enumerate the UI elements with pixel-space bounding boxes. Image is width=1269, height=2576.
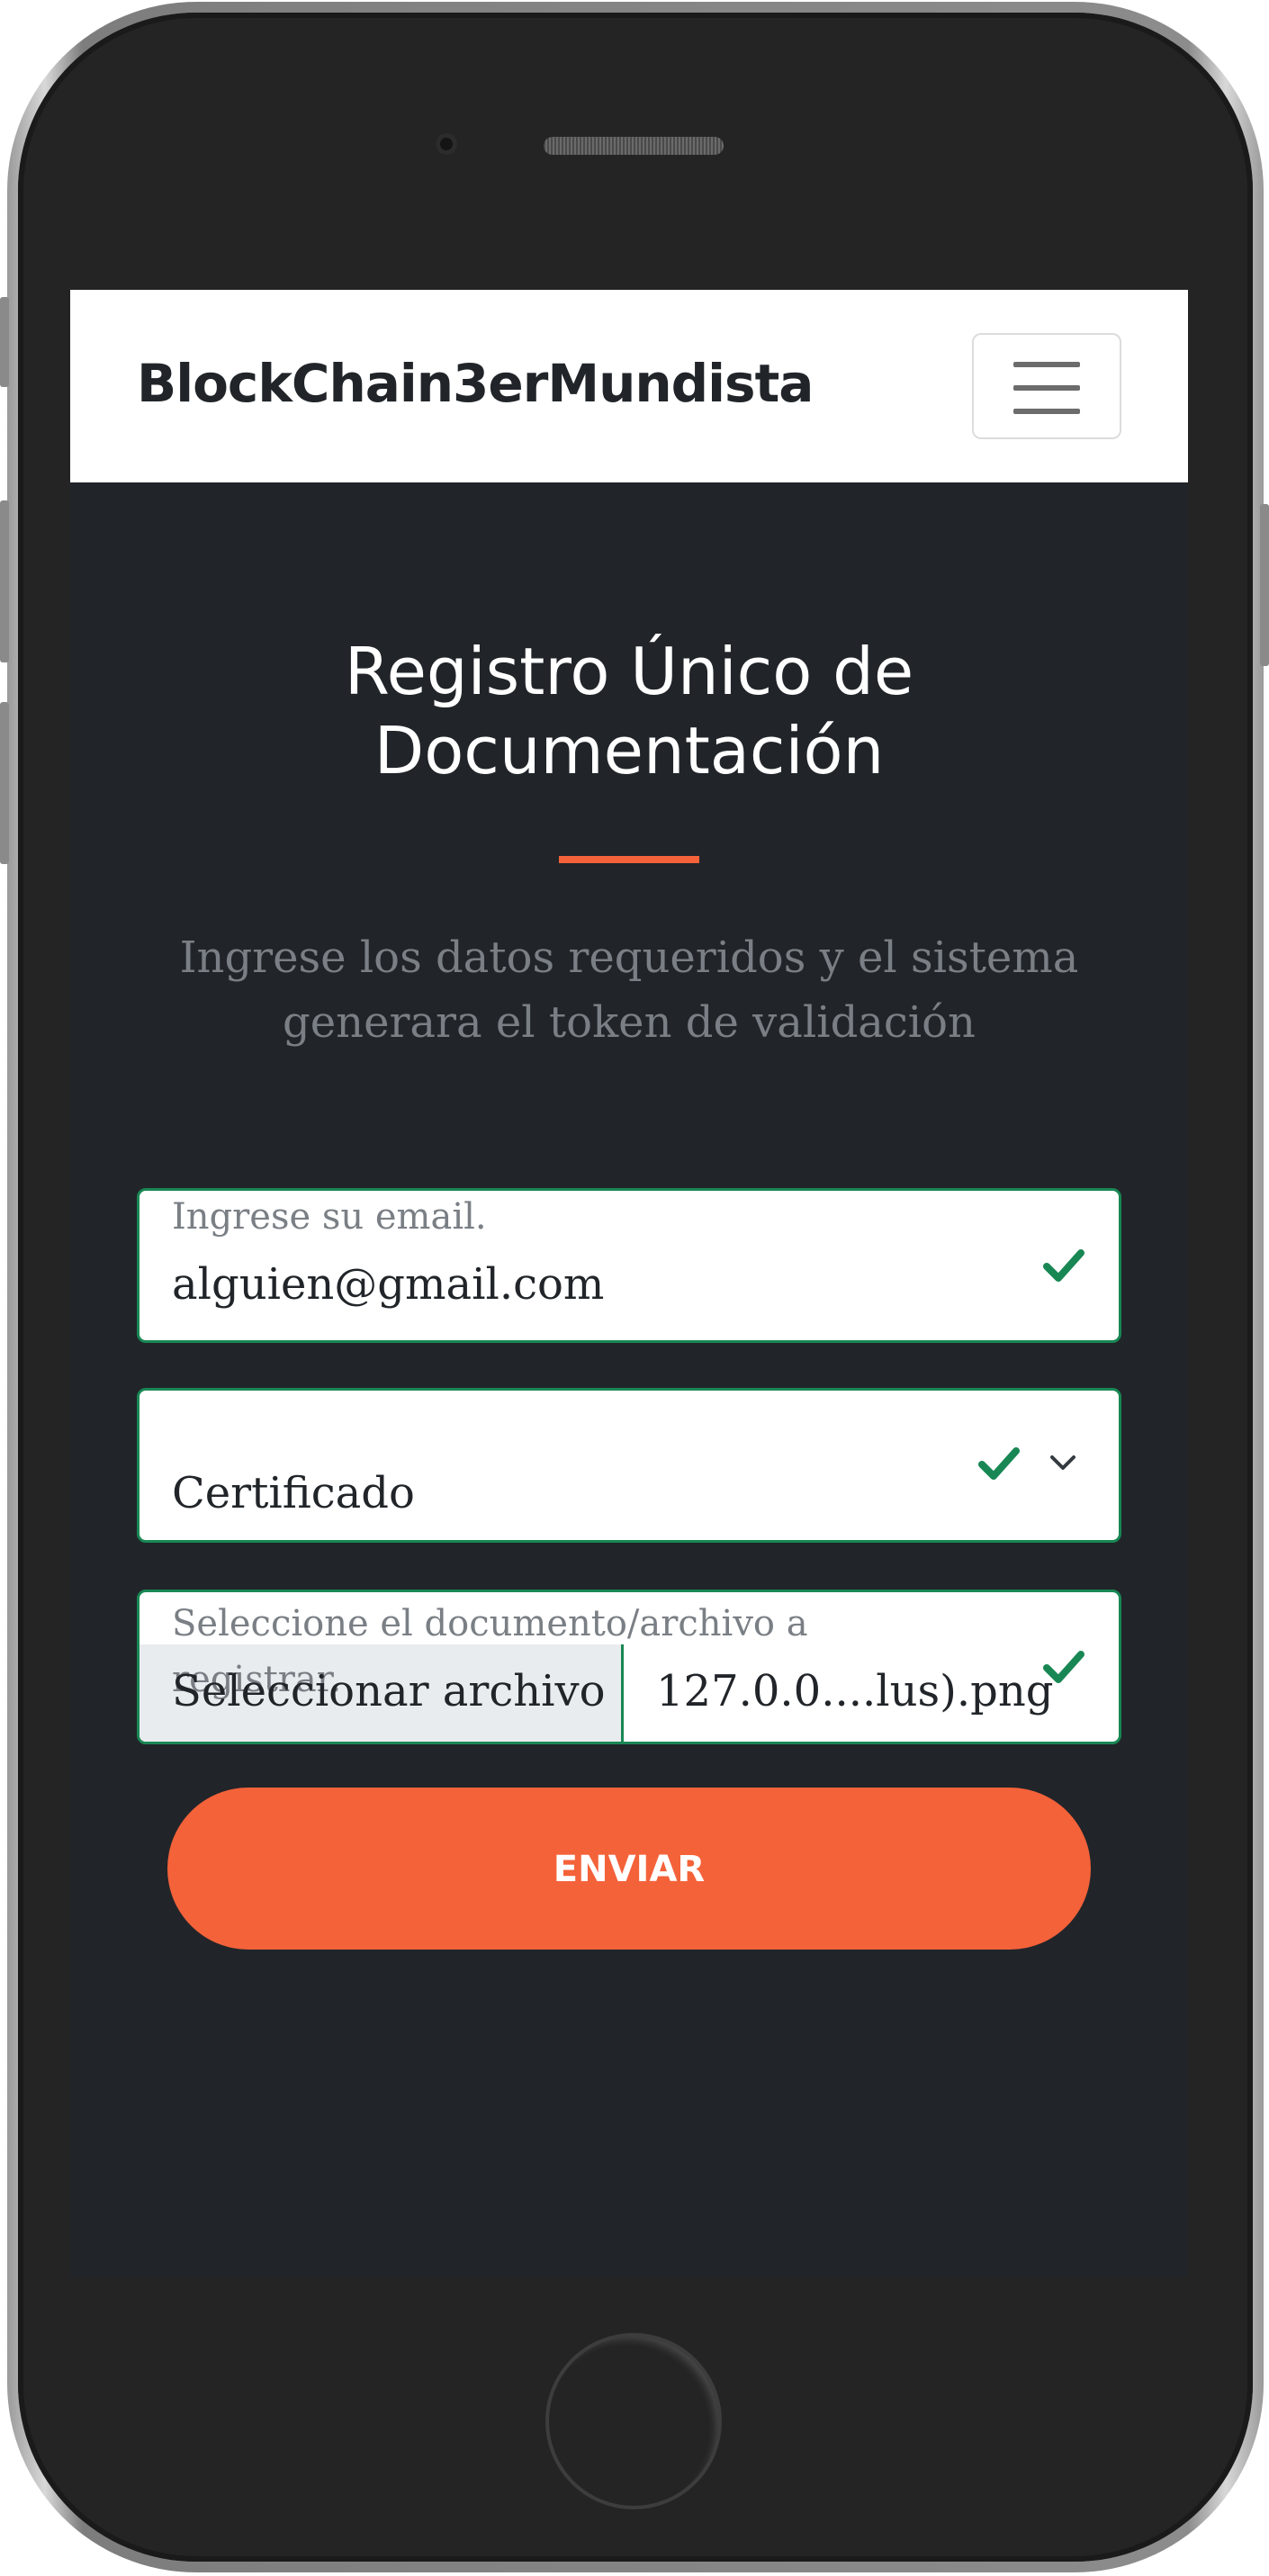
home-button[interactable] — [545, 2333, 722, 2509]
phone-side-button — [0, 500, 9, 662]
camera-icon — [436, 133, 457, 155]
navbar: BlockChain3erMundista — [70, 290, 1188, 482]
email-field-label: Ingrese su email. — [172, 1196, 487, 1238]
choose-file-button-label: Seleccionar archivo — [172, 1666, 606, 1716]
submit-button[interactable]: ENVIAR — [167, 1788, 1091, 1950]
phone-screen: BlockChain3erMundista Registro Único de … — [70, 290, 1188, 2277]
phone-side-button — [0, 702, 9, 864]
phone-side-button — [1260, 504, 1269, 666]
file-upload-field[interactable]: Seleccione el documento/archivo a regist… — [137, 1590, 1121, 1744]
email-field-value[interactable]: alguien@gmail.com — [172, 1259, 604, 1310]
check-icon — [978, 1447, 1020, 1480]
chevron-down-icon — [1050, 1455, 1076, 1470]
check-icon — [1043, 1249, 1084, 1282]
menu-toggle-button[interactable] — [972, 333, 1121, 439]
submit-button-label: ENVIAR — [553, 1849, 706, 1890]
speaker-grille — [544, 137, 724, 155]
page-title-line: Documentación — [374, 713, 885, 788]
check-icon — [1043, 1651, 1084, 1683]
email-field[interactable]: Ingrese su email. alguien@gmail.com — [137, 1188, 1121, 1343]
document-type-selected: Certificado — [172, 1468, 415, 1518]
page-subtitle-line: Ingrese los datos requeridos y el sistem… — [179, 932, 1079, 983]
title-divider — [559, 856, 699, 863]
selected-file-name: 127.0.0....lus).png — [656, 1666, 1054, 1716]
page-subtitle: Ingrese los datos requeridos y el sistem… — [160, 925, 1098, 1055]
page-title-line: Registro Único de — [344, 634, 914, 709]
phone-side-button — [0, 297, 9, 387]
navbar-brand[interactable]: BlockChain3erMundista — [137, 353, 814, 414]
page-subtitle-line: generara el token de validación — [283, 997, 976, 1048]
document-type-select[interactable]: Certificado — [137, 1388, 1121, 1543]
page-title: Registro Único de Documentación — [70, 632, 1188, 790]
